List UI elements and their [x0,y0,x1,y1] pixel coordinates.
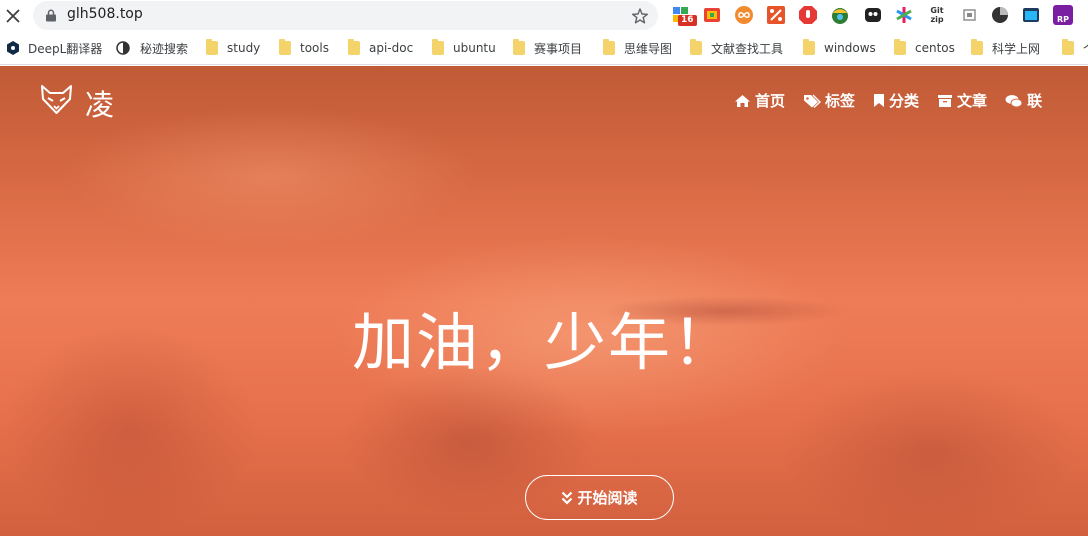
bookmark-label: ubuntu [453,41,496,55]
bookmark-folder-competition[interactable]: 赛事项目 [513,39,582,57]
bookmark-star-icon[interactable] [631,7,649,25]
bookmark-folder-proxy[interactable]: 科学上网 [971,39,1040,57]
bookmark-folder-tools[interactable]: tools [279,39,329,57]
adblock-icon[interactable] [798,5,818,25]
bookmark-folder-personal[interactable]: 个 [1062,39,1088,57]
folder-icon [513,39,525,55]
bookmark-folder-study[interactable]: study [206,39,260,57]
bookmark-label: 秘迹搜索 [140,41,189,56]
folder-icon [206,39,218,55]
bookmark-label: DeepL翻译器 [28,41,103,56]
bookmark-icon [874,94,885,107]
bookmark-folder-windows[interactable]: windows [803,39,876,57]
nav-label: 首页 [755,92,786,110]
nav-home[interactable]: 首页 [734,90,785,111]
nav-label: 文章 [957,92,988,110]
folder-icon [1062,39,1074,55]
chrome-webstore-icon[interactable] [702,5,722,25]
rp-icon[interactable]: RP [1053,5,1073,25]
folder-icon [603,39,615,55]
deepl-icon [7,41,19,55]
folder-icon [894,39,906,55]
bookmark-deepl[interactable]: DeepL翻译器 [6,39,102,57]
nav-categories[interactable]: 分类 [873,90,919,111]
nav-label: 标签 [825,92,856,110]
nav-tags[interactable]: 标签 [803,90,855,111]
close-icon[interactable] [4,7,22,25]
folder-icon [803,39,815,55]
rp-label: RP [1056,15,1070,24]
folder-icon [432,39,444,55]
shield-icon[interactable] [830,5,850,25]
bookmark-label: 个 [1083,40,1088,57]
lock-icon[interactable] [45,9,57,22]
bookmark-mijisou[interactable]: 秘迹搜索 [116,39,188,57]
bookmark-label: 思维导图 [624,41,673,56]
archive-icon [938,94,953,107]
reader-icon[interactable] [960,5,980,25]
bookmark-label: api-doc [369,41,414,55]
tags-icon [804,94,822,108]
bookmark-label: 赛事项目 [534,41,583,56]
mijisou-icon [116,41,130,55]
bookmark-folder-centos[interactable]: centos [894,39,955,57]
gitzip-icon[interactable]: Git zip [926,5,948,25]
hero-banner: 凌 首页 标签 分类 文章 联 加油，少年！ 开始阅读 [0,66,1088,536]
folder-icon [279,39,291,55]
folder-icon [971,39,983,55]
bookmark-label: windows [824,41,876,55]
nav-contact[interactable]: 联 [1005,90,1042,111]
tab-icon[interactable] [1021,5,1041,25]
bookmark-label: centos [915,41,955,55]
asterisk-icon[interactable] [894,5,914,25]
hero-headline: 加油，少年！ [351,306,736,379]
start-reading-button[interactable]: 开始阅读 [525,475,674,520]
fox-logo-icon[interactable] [40,83,73,116]
bookmark-folder-ubuntu[interactable]: ubuntu [432,39,496,57]
ghost-icon[interactable] [863,5,883,25]
circle-icon[interactable] [990,5,1010,25]
bookmark-folder-literature[interactable]: 文献查找工具 [690,39,783,57]
bookmark-label: tools [300,41,329,55]
bookmark-folder-api-doc[interactable]: api-doc [348,39,413,57]
bookmarks-bar: DeepL翻译器 秘迹搜索 study tools api-doc ubuntu… [0,32,1088,65]
url-text[interactable]: glh508.top [67,6,143,22]
extension-count-badge: 16 [678,15,697,26]
nav-label: 联 [1027,92,1043,110]
address-bar[interactable]: glh508.top [33,1,658,30]
comments-icon [1005,94,1023,107]
infinity-icon[interactable] [734,5,754,25]
cloud-decoration [60,106,480,246]
nav-label: 分类 [889,92,920,110]
folder-icon [690,39,702,55]
bookmark-label: study [227,41,261,55]
cloud-decoration [780,366,1080,536]
double-chevron-down-icon [562,491,573,505]
site-nav: 首页 标签 分类 文章 联 [734,90,1060,111]
home-icon [735,94,750,107]
percent-icon[interactable] [766,5,786,25]
folder-icon [348,39,360,55]
bookmark-label: 文献查找工具 [711,41,784,56]
bookmark-label: 科学上网 [992,41,1041,56]
nav-articles[interactable]: 文章 [937,90,987,111]
start-reading-label: 开始阅读 [577,489,638,507]
gitzip-label: Git zip [930,6,944,24]
site-brand[interactable]: 凌 [85,82,114,124]
bookmark-folder-mindmap[interactable]: 思维导图 [603,39,672,57]
browser-toolbar: glh508.top 16 Git zip RP [0,0,1088,32]
